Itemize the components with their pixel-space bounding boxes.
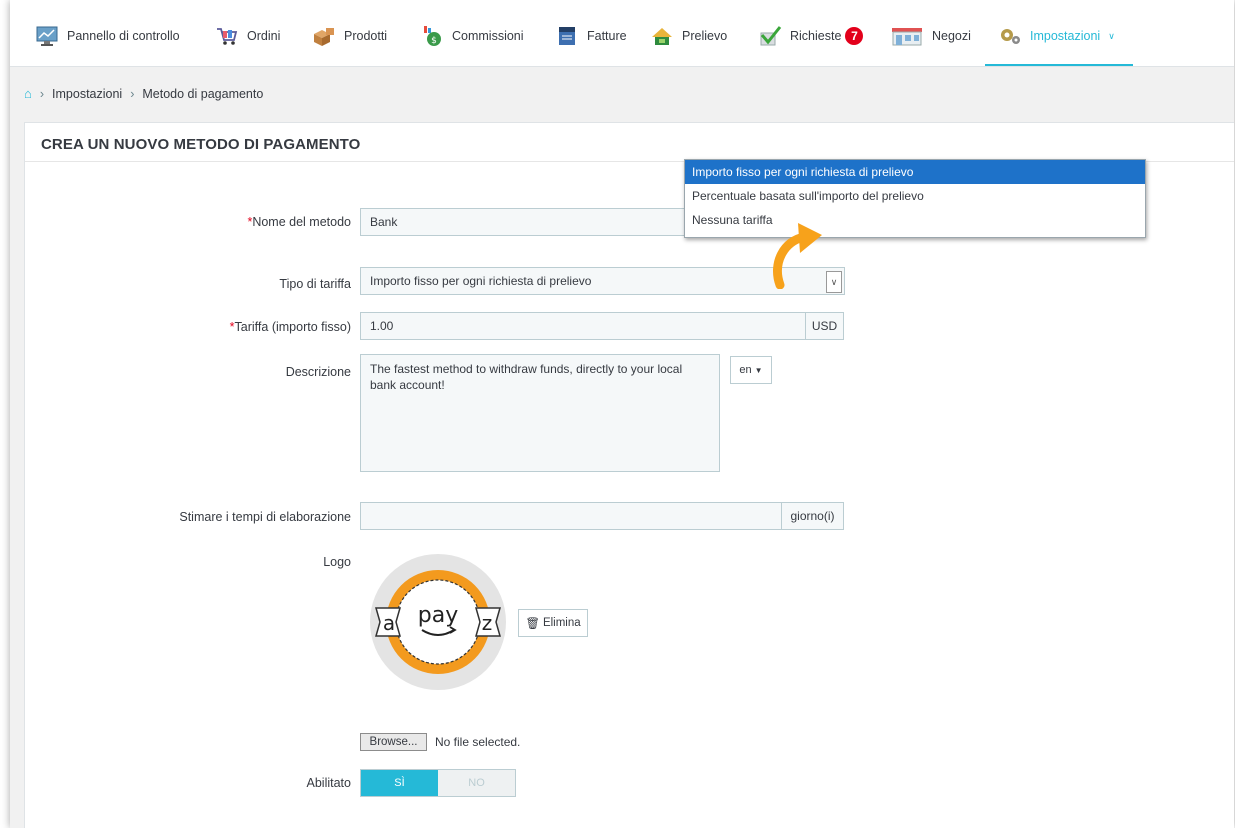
dashboard-icon [36, 26, 58, 46]
logo-preview: a z pay [370, 554, 506, 690]
nav-item-prelievo[interactable]: Prelievo [650, 20, 727, 52]
enabled-toggle[interactable]: SÌ NO [360, 769, 516, 797]
nav-label: Ordini [247, 29, 281, 43]
dropdown-option-fixed[interactable]: Importo fisso per ogni richiesta di prel… [685, 160, 1145, 184]
fee-type-selected-value: Importo fisso per ogni richiesta di prel… [370, 274, 592, 288]
fee-type-dropdown-list: Importo fisso per ogni richiesta di prel… [684, 159, 1146, 238]
top-navigation: Pannello di controllo Ordini Prodotti $ … [10, 0, 1234, 67]
trash-icon: 🗑 [525, 618, 540, 630]
svg-text:$: $ [431, 36, 437, 46]
breadcrumb-item-settings[interactable]: Impostazioni [52, 87, 122, 101]
description-textarea[interactable]: The fastest method to withdraw funds, di… [360, 354, 720, 472]
delete-label: Elimina [542, 617, 581, 629]
language-code: en [739, 364, 752, 376]
annotation-arrow-icon [773, 223, 822, 289]
description-label: Descrizione [285, 365, 351, 379]
active-tab-indicator [985, 64, 1133, 66]
checkmark-icon [760, 26, 782, 46]
browse-button[interactable]: Browse... [360, 733, 427, 751]
nav-item-negozi[interactable]: Negozi [890, 20, 971, 52]
nav-item-fatture[interactable]: Fatture [555, 20, 627, 52]
fee-amount-input[interactable]: 1.00 [360, 312, 806, 340]
invoice-icon [559, 27, 575, 45]
boxes-icon [314, 28, 334, 46]
nav-item-richieste[interactable]: Richieste 7 [758, 20, 864, 52]
logo-letter-a: a [383, 611, 395, 635]
nav-item-dashboard[interactable]: Pannello di controllo [35, 20, 180, 52]
processing-time-label: Stimare i tempi di elaborazione [179, 510, 351, 524]
panel-title: CREA UN NUOVO METODO DI PAGAMENTO [41, 136, 361, 153]
toggle-no[interactable]: NO [438, 770, 515, 796]
nav-item-ordini[interactable]: Ordini [215, 20, 280, 52]
fee-amount-label: *Tariffa (importo fisso) [229, 320, 351, 334]
nav-label: Pannello di controllo [67, 29, 180, 43]
caret-down-icon: ▼ [754, 365, 763, 375]
dropdown-option-none[interactable]: Nessuna tariffa [685, 208, 1145, 232]
nav-item-commissioni[interactable]: $ Commissioni [420, 20, 524, 52]
breadcrumb: ⌂ › Impostazioni › Metodo di pagamento [24, 86, 263, 101]
notification-badge: 7 [845, 27, 864, 45]
nav-item-impostazioni[interactable]: Impostazioni ∨ [998, 20, 1115, 52]
nav-label: Prodotti [344, 29, 388, 43]
enabled-label: Abilitato [306, 776, 351, 790]
nav-label: Negozi [932, 29, 971, 43]
logo-pay-text: pay [418, 603, 458, 628]
logo-label: Logo [323, 555, 351, 569]
currency-addon: USD [805, 312, 844, 340]
days-addon: giorno(i) [781, 502, 844, 530]
fee-type-label: Tipo di tariffa [279, 277, 351, 291]
withdraw-icon [652, 28, 672, 45]
delete-logo-button[interactable]: 🗑 Elimina [518, 609, 588, 637]
nav-label: Prelievo [682, 29, 728, 43]
dropdown-option-percentage[interactable]: Percentuale basata sull'importo del prel… [685, 184, 1145, 208]
store-icon [892, 28, 922, 46]
toggle-yes[interactable]: SÌ [361, 770, 438, 796]
breadcrumb-item-current: Metodo di pagamento [142, 86, 264, 101]
nav-item-prodotti[interactable]: Prodotti [312, 20, 387, 52]
cart-icon [217, 28, 238, 45]
breadcrumb-separator: › [130, 86, 135, 101]
chevron-down-icon: ∨ [1108, 30, 1115, 41]
language-dropdown[interactable]: en ▼ [730, 356, 772, 384]
apaz-logo-image: a z pay [375, 570, 501, 674]
app-window: Pannello di controllo Ordini Prodotti $ … [10, 0, 1234, 828]
processing-time-input[interactable] [360, 502, 782, 530]
logo-letter-z: z [482, 611, 493, 635]
money-bag-icon: $ [424, 26, 441, 46]
nav-label: Richieste [790, 29, 842, 43]
breadcrumb-separator: › [39, 86, 45, 101]
nav-label: Fatture [587, 29, 627, 43]
home-icon[interactable]: ⌂ [24, 86, 32, 101]
gears-icon [1001, 29, 1020, 44]
file-status: No file selected. [435, 735, 521, 749]
nav-label: Commissioni [452, 29, 524, 43]
method-name-label: *Nome del metodo [247, 215, 351, 229]
nav-label: Impostazioni [1030, 29, 1101, 43]
